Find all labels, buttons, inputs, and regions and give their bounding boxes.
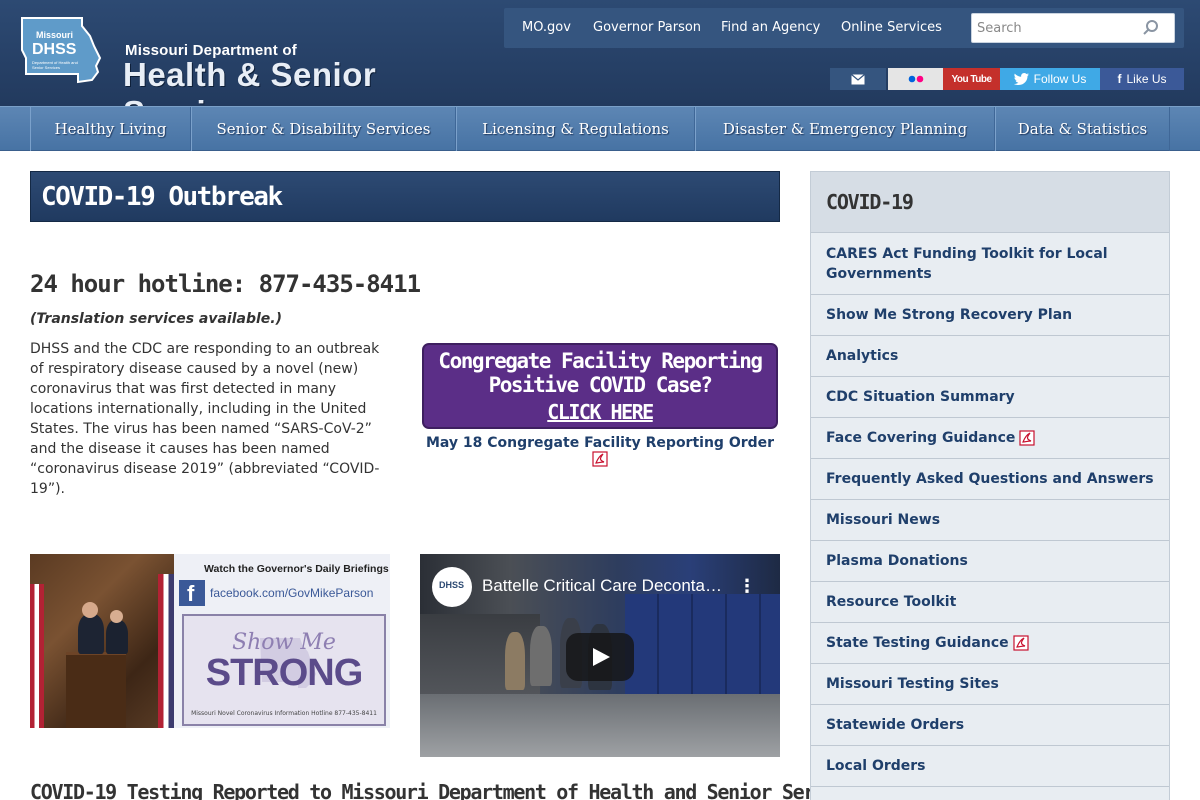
sidebar-item-label: Resource Toolkit — [826, 594, 957, 610]
flickr-button[interactable] — [888, 68, 943, 90]
hotline-heading: 24 hour hotline: 877-435-8411 — [30, 270, 421, 298]
reporting-order-link[interactable]: May 18 Congregate Facility Reporting Ord… — [422, 435, 778, 467]
search-input[interactable] — [972, 14, 1132, 42]
pdf-icon — [1019, 430, 1036, 446]
sidebar-item-label: Statewide Orders — [826, 717, 965, 733]
util-link-mo-gov[interactable]: MO.gov — [522, 20, 571, 35]
sidebar-item-analytics[interactable]: Analytics — [811, 336, 1169, 377]
reporting-order-label: May 18 Congregate Facility Reporting Ord… — [425, 435, 775, 451]
banner-click-here: CLICK HERE — [547, 400, 654, 424]
util-link-governor[interactable]: Governor Parson — [593, 20, 701, 35]
show-me-strong-logo: Show Me STRONG Missouri Novel Coronaviru… — [182, 614, 386, 726]
pdf-icon — [1013, 635, 1029, 651]
sidebar-item-plasma[interactable]: Plasma Donations — [811, 541, 1169, 582]
sidebar-item-label: Missouri News — [826, 512, 941, 528]
email-button[interactable] — [830, 68, 886, 90]
sidebar-item-label: CDC Situation Summary — [826, 389, 1015, 405]
covid-sidebar: COVID-19 CARES Act Funding Toolkit for L… — [810, 171, 1170, 800]
nav-item-data-statistics[interactable]: Data & Statistics — [995, 107, 1170, 151]
video-title[interactable]: Battelle Critical Care Decontamination S… — [482, 576, 722, 596]
facebook-square-icon: f — [179, 580, 205, 606]
governor-briefing-panel: Watch the Governor's Daily Briefings f f… — [174, 554, 390, 728]
strong-text: STRONG — [205, 652, 364, 694]
sidebar-item-face-covering[interactable]: Face Covering Guidance — [811, 418, 1169, 459]
facebook-like-label: Like Us — [1126, 72, 1167, 86]
nav-item-licensing[interactable]: Licensing & Regulations — [456, 107, 695, 151]
search-icon[interactable] — [1142, 19, 1160, 37]
congregate-facility-banner[interactable]: Congregate Facility Reporting Positive C… — [422, 343, 778, 429]
sidebar-header: COVID-19 — [811, 172, 1169, 233]
page-title: COVID-19 Outbreak — [41, 182, 283, 212]
governor-podium-photo — [30, 554, 174, 728]
sidebar-item-cares-act[interactable]: CARES Act Funding Toolkit for Local Gove… — [811, 233, 1169, 295]
sidebar-item-label: Face Covering Guidance — [826, 430, 1016, 446]
sidebar-item-show-me-strong[interactable]: Show Me Strong Recovery Plan — [811, 295, 1169, 336]
twitter-follow-label: Follow Us — [1033, 72, 1087, 86]
facebook-like-button[interactable]: f Like Us — [1100, 68, 1184, 90]
util-link-find-agency[interactable]: Find an Agency — [721, 20, 820, 35]
testing-section-heading: COVID-19 Testing Reported to Missouri De… — [30, 780, 869, 800]
site-header: Missouri DHSS Department of Health and S… — [0, 0, 1200, 131]
video-floor — [420, 694, 780, 757]
sidebar-item-testing-sites[interactable]: Missouri Testing Sites — [811, 664, 1169, 705]
governor-facebook-url: facebook.com/GovMikeParson — [210, 586, 374, 600]
sidebar-item-label: Plasma Donations — [826, 553, 968, 569]
sidebar-title: COVID-19 — [826, 190, 914, 214]
dhss-channel-icon[interactable]: DHSS — [432, 567, 472, 607]
dhss-logo[interactable]: Missouri DHSS Department of Health and S… — [20, 14, 500, 131]
sidebar-item-cdc-summary[interactable]: CDC Situation Summary — [811, 377, 1169, 418]
sidebar-item-resource-toolkit[interactable]: Resource Toolkit — [811, 582, 1169, 623]
sidebar-item-label: Local Orders — [826, 758, 926, 774]
show-me-strong-hotline: Missouri Novel Coronavirus Information H… — [191, 710, 377, 717]
banner-line-1: Congregate Facility Reporting — [438, 349, 763, 373]
youtube-icon: You Tube — [951, 73, 992, 85]
nav-item-disaster[interactable]: Disaster & Emergency Planning — [695, 107, 995, 151]
banner-line-2: Positive COVID Case? — [488, 373, 713, 397]
nav-item-healthy-living[interactable]: Healthy Living — [30, 107, 191, 151]
search-box — [971, 13, 1175, 43]
translation-note: (Translation services available.) — [30, 311, 283, 327]
video-player[interactable]: DHSS Battelle Critical Care Decontaminat… — [420, 554, 780, 757]
logo-badge-abbr: DHSS — [32, 41, 77, 58]
page-title-bar: COVID-19 Outbreak — [30, 171, 780, 222]
sidebar-item-label: CARES Act Funding Toolkit for Local Gove… — [826, 245, 1108, 282]
youtube-button[interactable]: You Tube — [943, 68, 1000, 90]
sidebar-item-local-orders[interactable]: Local Orders — [811, 746, 1169, 787]
sidebar-item-label: Missouri Testing Sites — [826, 676, 999, 692]
logo-badge-state: Missouri — [36, 30, 74, 40]
util-link-online-services[interactable]: Online Services — [841, 20, 942, 35]
sidebar-item-missouri-news[interactable]: Missouri News — [811, 500, 1169, 541]
sidebar-item-label: Show Me Strong Recovery Plan — [826, 307, 1073, 323]
main-nav: Healthy Living Senior & Disability Servi… — [0, 106, 1200, 151]
governor-briefing-image[interactable]: Watch the Governor's Daily Briefings f f… — [30, 554, 390, 728]
sidebar-item-label: Frequently Asked Questions and Answers — [826, 471, 1154, 487]
video-blue-containers — [625, 594, 780, 704]
sidebar-item-statewide-orders[interactable]: Statewide Orders — [811, 705, 1169, 746]
pdf-icon — [592, 451, 608, 467]
logo-badge-sub: Department of Health and Senior Services — [32, 60, 78, 70]
play-icon[interactable] — [566, 633, 634, 681]
sidebar-item-label: Analytics — [826, 348, 899, 364]
governor-briefing-caption: Watch the Governor's Daily Briefings — [204, 563, 389, 575]
nav-item-senior-disability[interactable]: Senior & Disability Services — [191, 107, 456, 151]
intro-paragraph: DHSS and the CDC are responding to an ou… — [30, 341, 380, 497]
twitter-icon — [1013, 73, 1029, 85]
sidebar-item-faq[interactable]: Frequently Asked Questions and Answers — [811, 459, 1169, 500]
sidebar-item-state-testing-guidance[interactable]: State Testing Guidance — [811, 623, 1169, 664]
flickr-icon — [908, 75, 923, 83]
twitter-follow-button[interactable]: Follow Us — [1000, 68, 1100, 90]
sidebar-item-label: State Testing Guidance — [826, 635, 1009, 651]
email-icon — [851, 73, 865, 84]
facebook-icon: f — [1117, 72, 1122, 86]
video-more-menu-icon[interactable]: ⋮ — [738, 576, 756, 597]
